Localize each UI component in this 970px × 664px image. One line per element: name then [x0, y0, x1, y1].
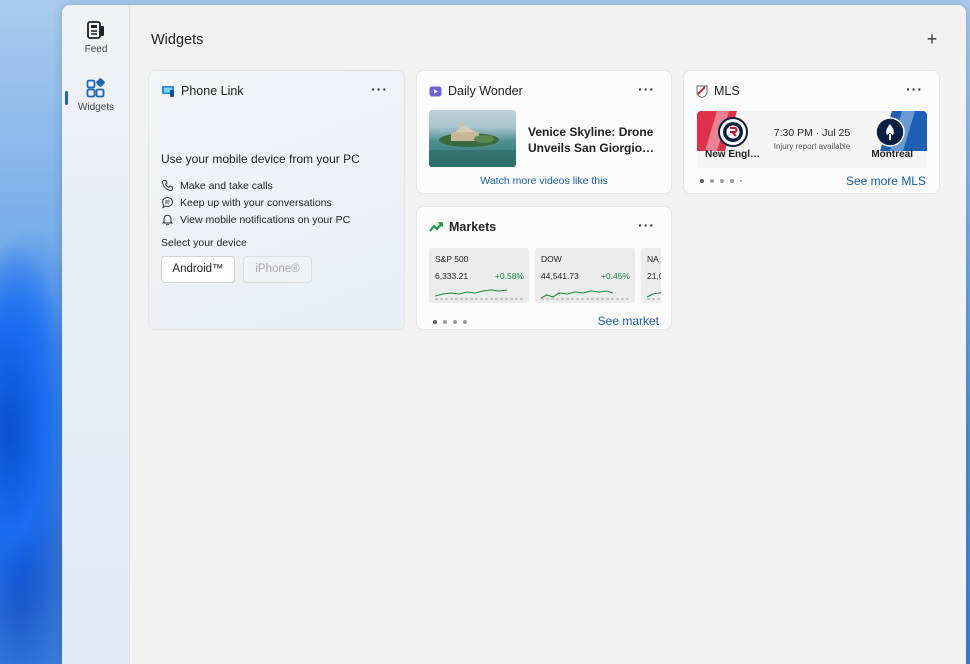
mls-more-button[interactable]: ···: [906, 81, 923, 97]
nav-rail: Feed Widgets: [62, 5, 130, 664]
video-headline-line2: Unveils San Giorgio…: [528, 141, 655, 155]
daily-wonder-widget: Daily Wonder ··· Venice Skyline: Drone U…: [416, 70, 672, 194]
widgets-board: Feed Widgets Widgets + Phone Link ··· Us…: [62, 5, 966, 664]
markets-title: Markets: [449, 220, 497, 234]
bell-icon: [161, 214, 174, 226]
markets-pager-dots[interactable]: [433, 320, 467, 324]
phone-link-title: Phone Link: [181, 84, 244, 98]
new-england-revolution-logo: [718, 117, 748, 147]
watch-more-videos-link[interactable]: Watch more videos like this: [417, 175, 671, 187]
market-name: S&P 500: [435, 254, 469, 264]
phone-link-features: Make and take calls Keep up with your co…: [161, 177, 350, 228]
feature-item: Make and take calls: [161, 177, 350, 194]
mls-logo-icon: [696, 85, 708, 98]
pager-dot[interactable]: [740, 180, 742, 182]
phone-link-icon: [162, 86, 174, 97]
see-more-mls-link[interactable]: See more MLS: [846, 174, 926, 188]
pager-dot[interactable]: [720, 179, 724, 183]
mls-header: MLS: [696, 84, 740, 98]
feature-item: View mobile notifications on your PC: [161, 211, 350, 228]
page-title: Widgets: [151, 32, 204, 48]
market-value: 21,0: [647, 271, 661, 281]
feature-label: Keep up with your conversations: [180, 196, 332, 209]
feed-icon: [87, 21, 104, 39]
market-value: 6,333.21: [435, 271, 469, 281]
mls-title: MLS: [714, 84, 740, 98]
match-card[interactable]: New Engl… Montreal 7:30 PM · Jul 25 Inju…: [697, 111, 927, 168]
market-tiles: S&P 500 6,333.21 +0.58% DOW 44,541.73 +0…: [429, 248, 661, 304]
daily-wonder-header: Daily Wonder: [429, 84, 523, 98]
phone-link-header: Phone Link: [161, 84, 244, 98]
select-device-label: Select your device: [161, 237, 247, 249]
add-widget-button[interactable]: +: [922, 29, 942, 49]
widgets-icon: [86, 78, 105, 98]
video-headline-line1: Venice Skyline: Drone: [528, 125, 654, 139]
markets-header: Markets: [429, 220, 496, 234]
feature-label: Make and take calls: [180, 179, 273, 192]
nasdaq-sparkline: [646, 292, 661, 300]
chat-bubble-icon: [161, 196, 174, 209]
pager-dot[interactable]: [700, 179, 704, 183]
widgets-area: Widgets + Phone Link ··· Use your mobile…: [131, 5, 966, 664]
phone-link-widget: Phone Link ··· Use your mobile device fr…: [148, 70, 405, 330]
mls-widget: MLS ··· New Engl… Montreal 7:30 PM · Jul…: [683, 70, 940, 194]
daily-wonder-title: Daily Wonder: [448, 84, 523, 98]
pager-dot[interactable]: [433, 320, 437, 324]
rail-item-feed[interactable]: Feed: [62, 19, 130, 55]
feature-label: View mobile notifications on your PC: [180, 213, 351, 226]
markets-trend-icon: [429, 222, 443, 232]
pager-dot[interactable]: [463, 320, 467, 324]
market-tile-nasdaq[interactable]: NA 21,0: [641, 248, 661, 303]
pager-dot[interactable]: [453, 320, 457, 324]
video-thumbnail[interactable]: [429, 110, 516, 167]
match-time: 7:30 PM · Jul 25: [773, 127, 851, 139]
market-value: 44,541.73: [541, 271, 579, 281]
markets-widget: Markets ··· S&P 500 6,333.21 +0.58% DOW …: [416, 206, 672, 330]
rail-item-feed-label: Feed: [84, 44, 108, 55]
feature-item: Keep up with your conversations: [161, 194, 350, 211]
mls-pager-dots[interactable]: [700, 179, 742, 183]
pager-dot[interactable]: [730, 179, 734, 183]
market-tile-sp500[interactable]: S&P 500 6,333.21 +0.58%: [429, 248, 529, 303]
injury-report-note: Injury report available: [773, 142, 851, 151]
phone-link-headline: Use your mobile device from your PC: [161, 152, 360, 166]
iphone-button[interactable]: iPhone®: [243, 256, 312, 283]
rail-item-widgets-label: Widgets: [77, 102, 115, 113]
dow-sparkline: [540, 290, 631, 300]
sp500-sparkline: [434, 289, 525, 300]
pager-dot[interactable]: [443, 320, 447, 324]
phone-link-more-button[interactable]: ···: [371, 81, 388, 97]
market-name: DOW: [541, 254, 562, 264]
market-change: +0.58%: [494, 271, 524, 281]
market-change: +0.45%: [600, 271, 630, 281]
video-play-icon: [429, 86, 442, 96]
see-market-link[interactable]: See market: [598, 314, 659, 328]
market-name: NA: [647, 254, 659, 264]
pager-dot[interactable]: [710, 179, 714, 183]
android-button[interactable]: Android™: [161, 256, 235, 283]
markets-more-button[interactable]: ···: [638, 217, 655, 233]
market-tile-dow[interactable]: DOW 44,541.73 +0.45%: [535, 248, 635, 303]
daily-wonder-more-button[interactable]: ···: [638, 81, 655, 97]
cf-montreal-logo: [875, 117, 905, 147]
video-headline[interactable]: Venice Skyline: Drone Unveils San Giorgi…: [528, 124, 663, 156]
venice-island-image: [429, 122, 516, 167]
away-team-name: Montreal: [871, 149, 913, 160]
rail-item-widgets[interactable]: Widgets: [62, 77, 130, 113]
phone-call-icon: [161, 180, 173, 192]
